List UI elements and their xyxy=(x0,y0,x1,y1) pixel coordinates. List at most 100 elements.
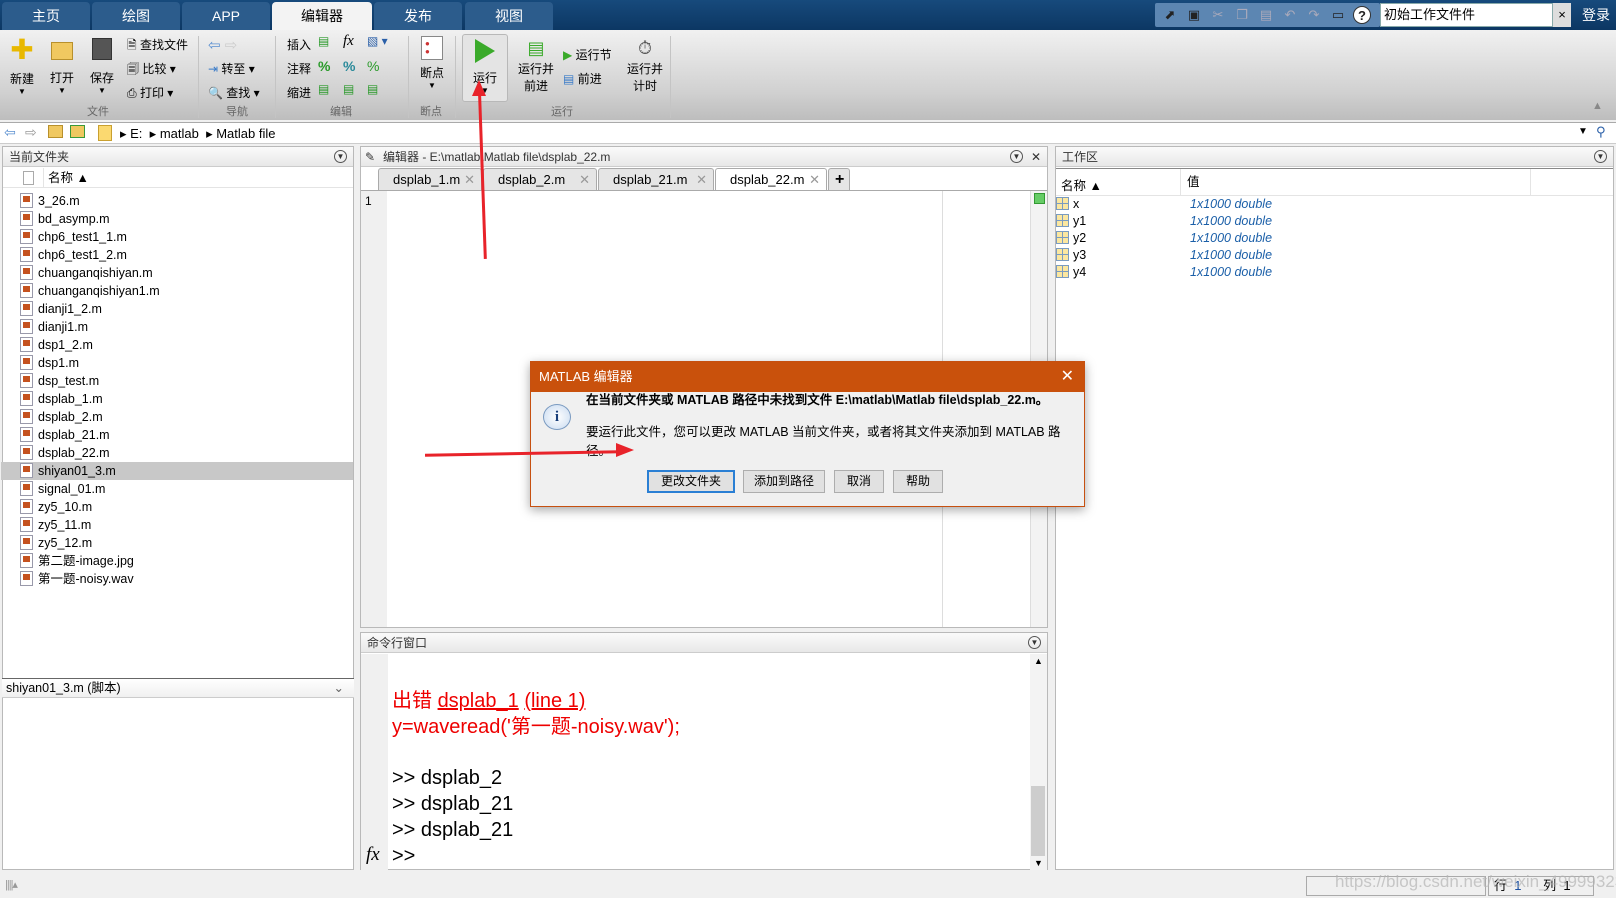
run-and-advance-button[interactable]: ▤ 运行并 前进 xyxy=(516,36,556,94)
editor-tab[interactable]: dsplab_21.m ✕ xyxy=(598,168,714,190)
insert-button[interactable]: 插入 xyxy=(287,36,311,53)
file-list-item[interactable]: zy5_12.m xyxy=(20,534,352,552)
file-list-item[interactable]: chuanganqishiyan1.m xyxy=(20,282,352,300)
tab-editor[interactable]: 编辑器 xyxy=(272,2,372,30)
paste-icon[interactable]: ▤ xyxy=(1257,6,1275,24)
close-tab-icon[interactable]: ✕ xyxy=(696,169,707,190)
run-section-button[interactable]: ▶ 运行节 xyxy=(563,46,612,63)
file-list-item[interactable]: dsp1_2.m xyxy=(20,336,352,354)
file-list-item[interactable]: dianji1.m xyxy=(20,318,352,336)
compare-button[interactable]: 🗐 比较 ▾ xyxy=(127,60,176,81)
workspace-variable-row[interactable]: y1 1x1000 double xyxy=(1056,213,1556,230)
path-matlab[interactable]: matlab xyxy=(160,126,199,141)
file-list-item[interactable]: dsp1.m xyxy=(20,354,352,372)
decrease-indent-icon[interactable]: ▤ xyxy=(367,82,378,96)
close-editor-icon[interactable]: ✕ xyxy=(1031,147,1041,167)
workspace-variable-row[interactable]: y2 1x1000 double xyxy=(1056,230,1556,247)
forward-icon[interactable]: ⇨ xyxy=(25,124,37,141)
file-list-item[interactable]: dsp_test.m xyxy=(20,372,352,390)
wrap-comment-icon[interactable]: % xyxy=(367,58,379,74)
file-list-item[interactable]: dsplab_21.m xyxy=(20,426,352,444)
file-list-item[interactable]: 第一题-noisy.wav xyxy=(20,570,352,588)
file-list-item[interactable]: zy5_11.m xyxy=(20,516,352,534)
close-tab-icon[interactable]: ✕ xyxy=(579,169,590,190)
save-button[interactable]: 保存 ▼ xyxy=(88,36,116,95)
file-list-item[interactable]: zy5_10.m xyxy=(20,498,352,516)
new-tab-button[interactable]: + xyxy=(828,168,850,190)
back-icon[interactable]: ⇦ xyxy=(4,124,16,141)
advance-button[interactable]: ▤ 前进 xyxy=(563,70,602,87)
fx-function-browser-button[interactable]: fx xyxy=(366,844,380,866)
function-template-icon[interactable]: ▧ ▾ xyxy=(367,34,388,48)
name-column-header[interactable]: 名称 ▲ xyxy=(43,168,89,188)
open-button[interactable]: 打开 ▼ xyxy=(48,36,76,95)
find-files-button[interactable]: 🗎 查找文件 xyxy=(127,36,188,57)
file-list-item[interactable]: signal_01.m xyxy=(20,480,352,498)
print-button[interactable]: ⎙ 打印 ▾ xyxy=(127,84,173,101)
workspace-variable-row[interactable]: y3 1x1000 double xyxy=(1056,247,1556,264)
uncomment-icon[interactable]: % xyxy=(343,58,355,74)
file-list-item[interactable]: 第二题-image.jpg xyxy=(20,552,352,570)
file-list-item[interactable]: shiyan01_3.m xyxy=(1,462,353,480)
indent-button[interactable]: 缩进 xyxy=(287,84,311,101)
collapse-ribbon-icon[interactable]: ▲ xyxy=(1592,100,1603,112)
redo-icon[interactable]: ↷ xyxy=(1305,6,1323,24)
panel-menu-icon[interactable]: ▼ xyxy=(1010,150,1023,163)
file-list-item[interactable]: bd_asymp.m xyxy=(20,210,352,228)
name-column-header[interactable]: 名称 ▲ xyxy=(1061,175,1102,194)
breakpoints-button[interactable]: ● ● 断点 ▼ xyxy=(418,36,446,90)
find-button[interactable]: 🔍 查找 ▾ xyxy=(208,84,260,101)
switch-windows-icon[interactable]: ▭ xyxy=(1329,6,1347,24)
file-list-item[interactable]: dianji1_2.m xyxy=(20,300,352,318)
smart-indent-icon[interactable]: ▤ xyxy=(318,82,329,96)
help-button[interactable]: 帮助 xyxy=(893,470,943,493)
up-folder-icon[interactable] xyxy=(48,125,63,138)
panel-menu-icon[interactable]: ▼ xyxy=(334,150,347,163)
save-icon[interactable]: ▣ xyxy=(1185,6,1203,24)
fx-insert-function-button[interactable]: fx xyxy=(343,33,354,50)
back-arrow-icon[interactable]: ⇦ ⇨ xyxy=(208,36,237,54)
value-column-header[interactable]: 值 xyxy=(1180,169,1200,196)
chevron-down-icon[interactable]: ⌄ xyxy=(334,679,344,697)
panel-menu-icon[interactable]: ▼ xyxy=(1594,150,1607,163)
change-folder-button[interactable]: 更改文件夹 xyxy=(647,470,735,493)
command-scrollbar[interactable]: ▲ ▼ xyxy=(1030,654,1047,870)
layout-grip-icon[interactable]: ||||▴ xyxy=(5,878,18,891)
tab-apps[interactable]: APP xyxy=(182,2,270,30)
path-breadcrumb[interactable]: ▸ E: ▸ matlab ▸ Matlab file xyxy=(120,126,275,142)
browse-folder-icon[interactable] xyxy=(70,125,85,138)
cut-icon[interactable]: ✂ xyxy=(1209,6,1227,24)
copy-icon[interactable]: ❐ xyxy=(1233,6,1251,24)
run-and-time-button[interactable]: ⏱ 运行并 计时 xyxy=(625,36,665,94)
goto-button[interactable]: ⇥ 转至 ▾ xyxy=(208,60,255,77)
file-list-item[interactable]: 3_26.m xyxy=(20,192,352,210)
address-dropdown-icon[interactable]: ▼ xyxy=(1578,126,1588,137)
workspace-variable-row[interactable]: x 1x1000 double xyxy=(1056,196,1556,213)
dialog-close-icon[interactable]: ✕ xyxy=(1061,362,1074,392)
scrollbar-thumb[interactable] xyxy=(1031,786,1045,856)
search-documentation-input[interactable]: 初始工作文件件 xyxy=(1380,3,1553,27)
tab-publish[interactable]: 发布 xyxy=(374,2,462,30)
help-icon[interactable]: ? xyxy=(1353,6,1371,24)
tab-plots[interactable]: 绘图 xyxy=(92,2,180,30)
file-list-item[interactable]: chuanganqishiyan.m xyxy=(20,264,352,282)
editor-tab[interactable]: dsplab_1.m ✕ xyxy=(378,168,482,190)
tab-view[interactable]: 视图 xyxy=(465,2,553,30)
path-matlab-file[interactable]: Matlab file xyxy=(216,126,275,141)
file-details-bar[interactable]: shiyan01_3.m (脚本) ⌄ xyxy=(2,678,354,698)
error-line-link[interactable]: (line 1) xyxy=(524,690,585,712)
close-tab-icon[interactable]: ✕ xyxy=(809,169,820,190)
file-list-item[interactable]: chp6_test1_1.m xyxy=(20,228,352,246)
comment-percent-icon[interactable]: % xyxy=(318,58,330,74)
comment-button[interactable]: 注释 xyxy=(287,60,311,77)
search-folder-icon[interactable]: ⚲ xyxy=(1596,124,1606,140)
add-to-path-button[interactable]: 添加到路径 xyxy=(743,470,825,493)
undo-icon[interactable]: ↶ xyxy=(1281,6,1299,24)
tab-home[interactable]: 主页 xyxy=(2,2,90,30)
file-list-item[interactable]: chp6_test1_2.m xyxy=(20,246,352,264)
shortcut-add-icon[interactable]: ⬈ xyxy=(1161,6,1179,24)
command-prompt-input[interactable]: >> xyxy=(392,843,415,869)
file-list-item[interactable]: dsplab_22.m xyxy=(20,444,352,462)
close-tab-icon[interactable]: ✕ xyxy=(464,169,475,190)
path-e[interactable]: E: xyxy=(130,126,142,141)
